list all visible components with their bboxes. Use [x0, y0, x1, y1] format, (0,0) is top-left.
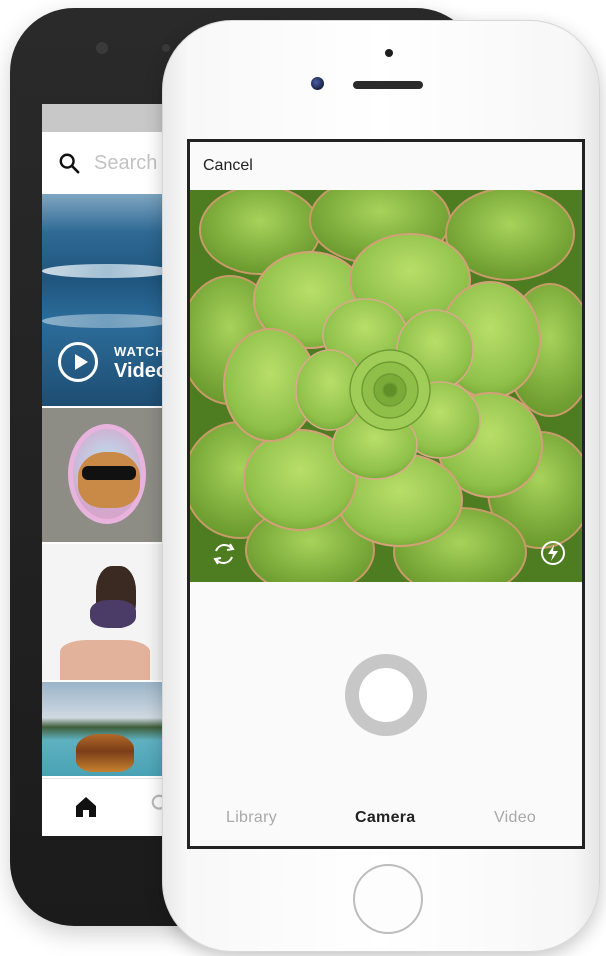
feed-tile-dog[interactable] [42, 544, 172, 680]
earpiece-speaker [353, 81, 423, 89]
shutter-area [190, 582, 582, 792]
wave [42, 264, 172, 278]
search-icon [59, 153, 80, 174]
home-button[interactable] [353, 864, 423, 934]
cancel-button[interactable]: Cancel [203, 157, 253, 175]
feed-tile-video[interactable]: WATCH Video [42, 194, 172, 406]
tab-video[interactable]: Video [494, 809, 536, 827]
video-label: Video [114, 360, 169, 382]
wave [42, 314, 172, 328]
cat-image [78, 452, 140, 508]
flash-icon[interactable] [540, 540, 566, 566]
shutter-button[interactable] [345, 654, 427, 736]
tab-camera[interactable]: Camera [355, 809, 416, 827]
front-phone: Cancel Library Camera Video [162, 20, 600, 952]
search-placeholder: Search [94, 151, 158, 174]
camera-screen: Cancel Library Camera Video [187, 139, 585, 849]
arms-image [60, 640, 150, 680]
tab-library[interactable]: Library [226, 809, 277, 827]
camera-header: Cancel [190, 142, 582, 190]
sunglasses-image [82, 466, 136, 480]
burger-image [76, 734, 134, 772]
home-icon[interactable] [74, 795, 98, 819]
watch-label: WATCH [114, 344, 166, 359]
play-icon[interactable] [58, 342, 98, 382]
flip-camera-icon[interactable] [210, 540, 238, 568]
back-phone-sensor [96, 42, 108, 54]
succulent-image [190, 190, 582, 582]
feed-tile-beach[interactable] [42, 682, 172, 776]
dog-vest-image [90, 600, 136, 628]
feed-tile-cat[interactable] [42, 408, 172, 542]
back-phone-sensor-2 [162, 44, 170, 52]
front-camera-lens [311, 77, 324, 90]
mode-tabs: Library Camera Video [190, 792, 582, 846]
front-sensor [385, 49, 393, 57]
camera-viewfinder[interactable] [190, 190, 582, 582]
